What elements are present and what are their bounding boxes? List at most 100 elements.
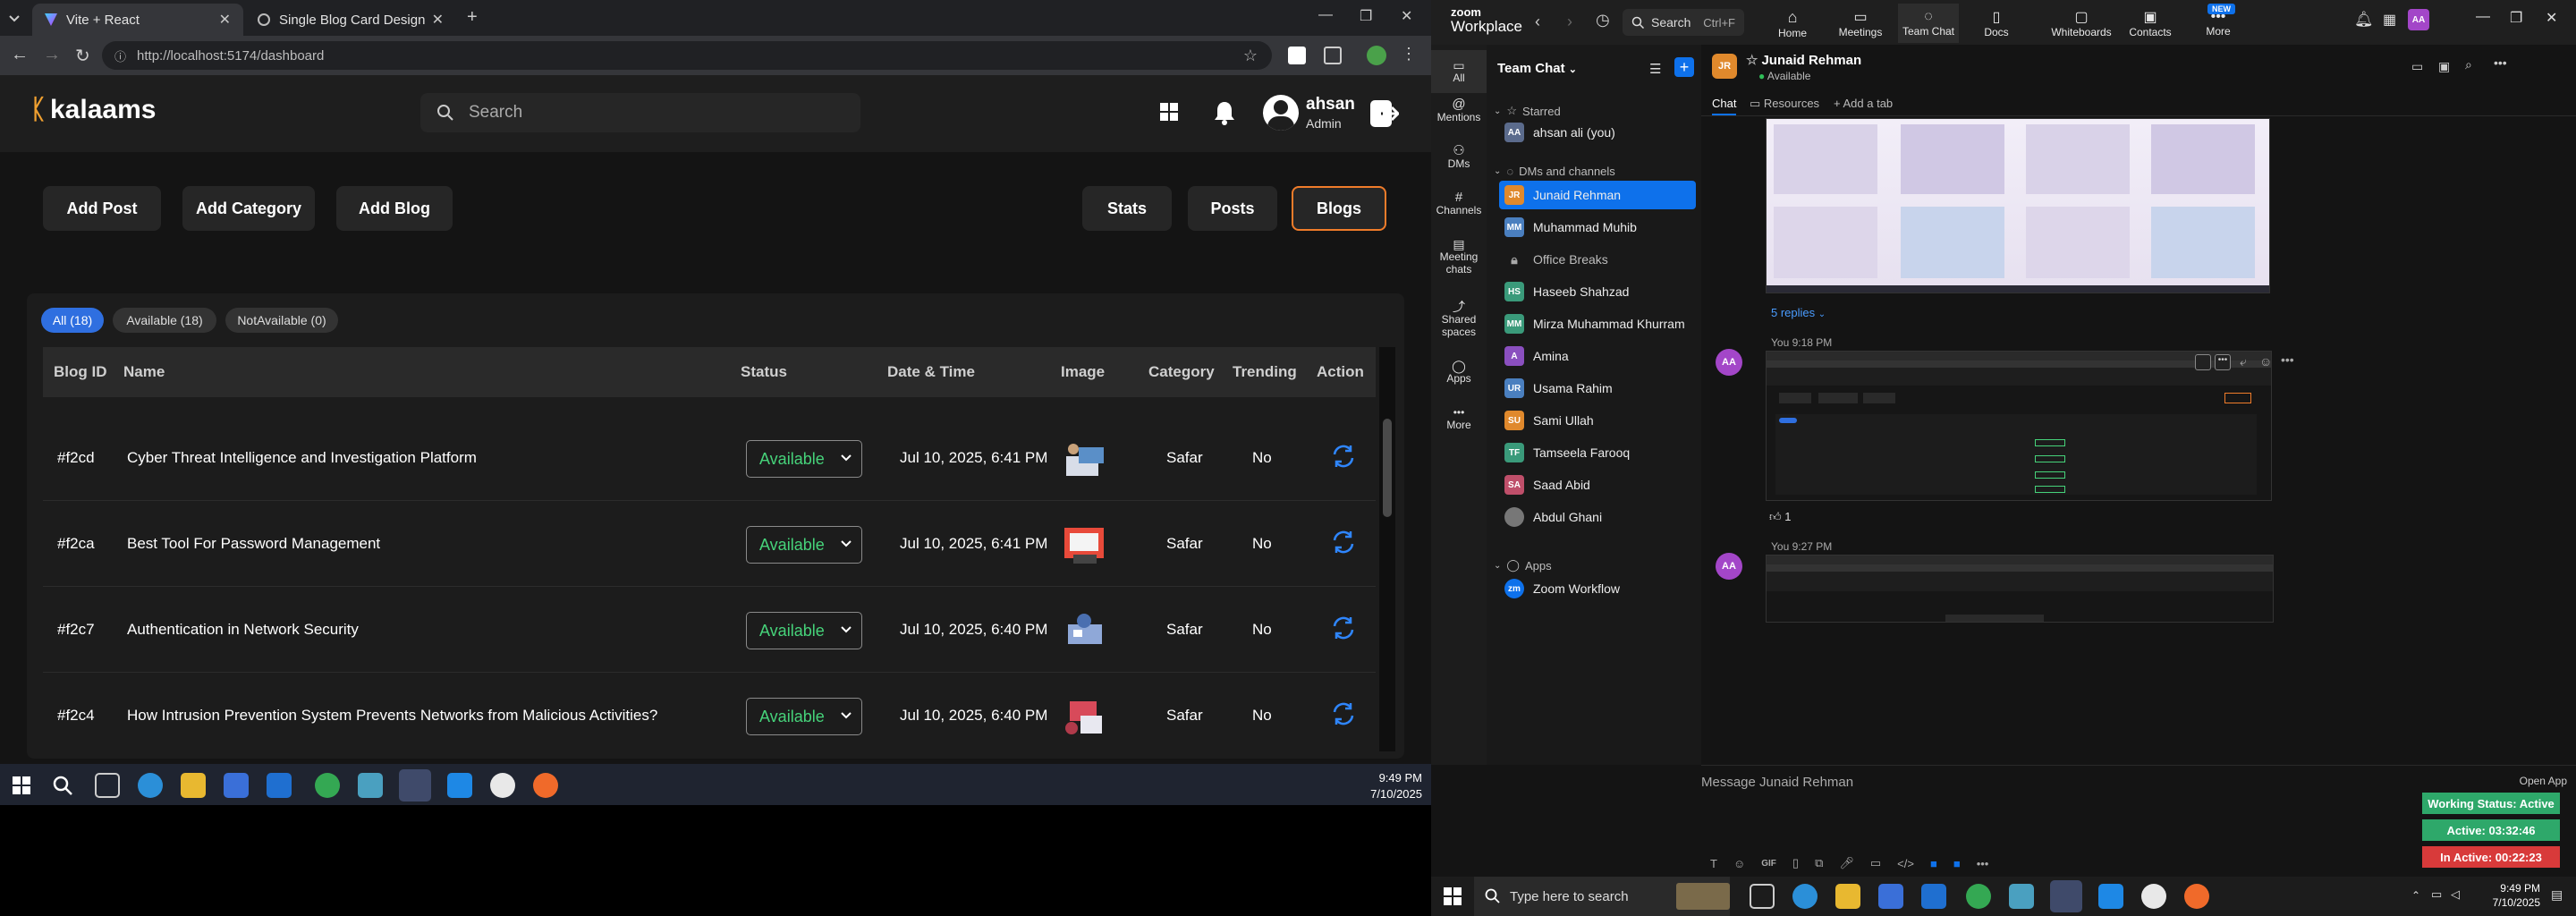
- search-chat-icon[interactable]: ⌕: [2465, 57, 2472, 72]
- tab-chat[interactable]: Chat: [1712, 97, 1737, 115]
- notification-center-icon[interactable]: ▤: [2551, 887, 2563, 903]
- postman-icon[interactable]: [533, 773, 558, 798]
- bookmark-star-icon[interactable]: ☆: [1243, 47, 1258, 65]
- download-icon[interactable]: [2195, 354, 2211, 370]
- more-dots-icon[interactable]: •••: [2281, 352, 2294, 367]
- rail-dms[interactable]: ⚇ DMs: [1431, 144, 1487, 170]
- notification-bell-icon[interactable]: 🔔︎: [2354, 11, 2374, 29]
- reload-icon[interactable]: ↻: [75, 45, 90, 67]
- file-icon[interactable]: ▯: [1792, 856, 1799, 870]
- table-scrollbar[interactable]: [1379, 347, 1395, 751]
- profile-avatar[interactable]: [1367, 46, 1386, 65]
- section-dms[interactable]: ⌄ ◌ DMs and channels: [1494, 165, 1615, 178]
- user-avatar-icon[interactable]: [1263, 95, 1299, 131]
- team-chat-title[interactable]: Team Chat ⌄: [1497, 61, 1577, 76]
- contact-item[interactable]: SU Sami Ullah: [1499, 406, 1696, 435]
- tray-chevron-up-icon[interactable]: ⌃: [2411, 889, 2420, 902]
- status-select[interactable]: Available: [746, 440, 862, 478]
- rail-apps[interactable]: ◯ Apps: [1431, 360, 1487, 385]
- file-explorer-icon[interactable]: [181, 773, 206, 798]
- account-avatar[interactable]: AA: [2408, 9, 2429, 30]
- contact-item[interactable]: MM Muhammad Muhib: [1499, 213, 1696, 242]
- kalaams-logo[interactable]: ᛕ kalaams: [30, 95, 156, 125]
- contact-avatar[interactable]: JR: [1712, 54, 1737, 79]
- network-icon[interactable]: ▭: [2431, 887, 2442, 902]
- store-icon[interactable]: [1878, 884, 1903, 909]
- status-select[interactable]: Available: [746, 526, 862, 564]
- outlook-icon[interactable]: [1921, 884, 1946, 909]
- contact-item[interactable]: UR Usama Rahim: [1499, 374, 1696, 403]
- nav-team-chat[interactable]: ◌ Team Chat: [1898, 4, 1959, 43]
- contact-item[interactable]: SA Saad Abid: [1499, 471, 1696, 499]
- tab-add[interactable]: + Add a tab: [1834, 97, 1893, 110]
- shared-screenshot[interactable]: [1766, 351, 2272, 501]
- close-tab-icon[interactable]: ✕: [432, 11, 444, 29]
- edge-icon[interactable]: [138, 773, 163, 798]
- section-starred[interactable]: ⌄ ☆ Starred: [1494, 104, 1561, 118]
- video-message-icon[interactable]: ▭: [1870, 856, 1881, 870]
- posts-button[interactable]: Posts: [1188, 186, 1277, 231]
- history-icon[interactable]: ◷: [1596, 11, 1610, 30]
- refresh-icon[interactable]: [1331, 615, 1356, 640]
- refresh-icon[interactable]: [1331, 444, 1356, 469]
- back-icon[interactable]: ‹: [1535, 13, 1540, 31]
- refresh-icon[interactable]: [1331, 701, 1356, 726]
- add-post-button[interactable]: Add Post: [43, 186, 161, 231]
- forward-icon[interactable]: ›: [1567, 13, 1572, 31]
- minimize-icon[interactable]: —: [2476, 9, 2490, 25]
- app-integration-icon[interactable]: ■: [1930, 857, 1937, 870]
- contact-item[interactable]: MM Mirza Muhammad Khurram: [1499, 310, 1696, 338]
- extension-icon[interactable]: [1288, 47, 1306, 64]
- close-window-icon[interactable]: ✕: [1401, 7, 1412, 25]
- taskbar-search-icon[interactable]: [52, 775, 73, 796]
- emoji-reaction-icon[interactable]: ☺: [2259, 354, 2272, 369]
- chrome-icon[interactable]: [1966, 884, 1991, 909]
- zoom-taskbar-icon[interactable]: [2050, 880, 2082, 912]
- nav-meetings[interactable]: ▭ Meetings: [1830, 4, 1891, 43]
- shared-screenshot[interactable]: [1766, 555, 2274, 623]
- restore-icon[interactable]: ❐: [1360, 7, 1372, 25]
- rail-all[interactable]: ▭ All: [1431, 50, 1487, 93]
- rail-shared-spaces[interactable]: ⤴ Shared spaces: [1431, 301, 1487, 338]
- chrome-icon[interactable]: [315, 773, 340, 798]
- github-icon[interactable]: [2141, 884, 2166, 909]
- status-select[interactable]: Available: [746, 698, 862, 735]
- zoom-search[interactable]: Search Ctrl+F: [1623, 9, 1744, 36]
- app-item[interactable]: zm Zoom Workflow: [1499, 574, 1696, 603]
- rail-more[interactable]: ••• More: [1431, 406, 1487, 431]
- contact-item[interactable]: A Amina: [1499, 342, 1696, 370]
- github-icon[interactable]: [490, 773, 515, 798]
- chat-contact-name[interactable]: ☆ Junaid Rehman: [1746, 52, 1861, 68]
- forward-icon[interactable]: →: [43, 45, 61, 65]
- blogs-button[interactable]: Blogs: [1292, 186, 1386, 231]
- code-snippet-icon[interactable]: </>: [1897, 857, 1914, 870]
- gif-icon[interactable]: GIF: [1761, 859, 1776, 869]
- edge-icon[interactable]: [1792, 884, 1818, 909]
- contact-item[interactable]: AA ahsan ali (you): [1499, 118, 1696, 147]
- contact-item[interactable]: 🔒︎ Office Breaks: [1499, 245, 1696, 274]
- filter-all[interactable]: All (18): [41, 308, 104, 333]
- filter-not-available[interactable]: NotAvailable (0): [225, 308, 338, 333]
- tab-resources[interactable]: ▭ Resources: [1750, 97, 1819, 111]
- app-integration-icon[interactable]: ■: [1953, 857, 1961, 870]
- rail-channels[interactable]: # Channels: [1431, 191, 1487, 216]
- new-chat-plus-icon[interactable]: +: [1674, 57, 1694, 77]
- site-info-icon[interactable]: ⓘ: [114, 47, 126, 64]
- sender-avatar[interactable]: AA: [1716, 553, 1742, 580]
- vscode-icon[interactable]: [447, 773, 472, 798]
- add-category-button[interactable]: Add Category: [182, 186, 315, 231]
- contact-item[interactable]: TF Tamseela Farooq: [1499, 438, 1696, 467]
- text-format-icon[interactable]: T: [1710, 857, 1717, 870]
- more-dots-icon[interactable]: •••: [1977, 857, 1989, 870]
- store-icon[interactable]: [224, 773, 249, 798]
- screen-share-icon[interactable]: ▣: [2438, 59, 2450, 74]
- logout-icon[interactable]: [1368, 98, 1399, 129]
- browser-tab-blog-card[interactable]: Single Blog Card Design ✕: [245, 4, 456, 36]
- message-input[interactable]: Message Junaid Rehman: [1701, 775, 2148, 802]
- app-icon[interactable]: [2009, 884, 2034, 909]
- sidepanel-icon[interactable]: [1324, 47, 1342, 64]
- postman-icon[interactable]: [2184, 884, 2209, 909]
- close-tab-icon[interactable]: ✕: [219, 11, 231, 29]
- filter-available[interactable]: Available (18): [113, 308, 216, 333]
- nav-docs[interactable]: ▯ Docs: [1966, 4, 2027, 43]
